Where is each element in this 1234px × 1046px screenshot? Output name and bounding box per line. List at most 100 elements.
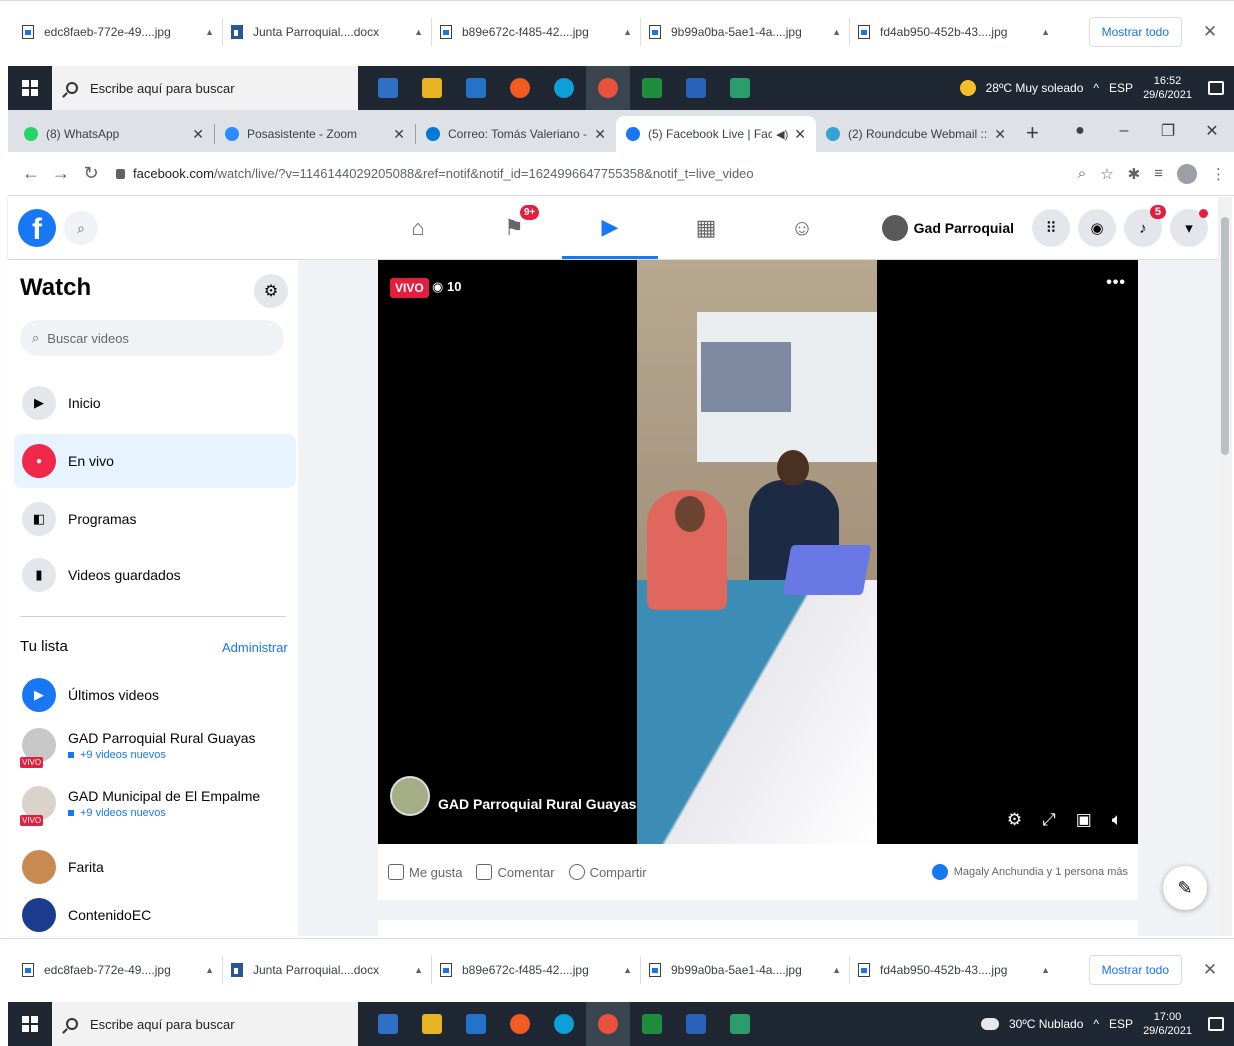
settings-icon[interactable]: ⚙ (1007, 810, 1022, 830)
browser-tab[interactable]: Correo: Tomás Valeriano - O...✕ (416, 116, 616, 152)
browser-tab[interactable]: (5) Facebook Live | Face...◀)✕ (616, 116, 816, 152)
speaker-icon[interactable]: ◀) (776, 128, 788, 141)
fullscreen-icon[interactable]: ⤢ (1042, 810, 1056, 830)
address-bar[interactable]: facebook.com/watch/live/?v=1146144029205… (106, 158, 1068, 190)
video-player[interactable]: VIVO ◉ 10 ••• GAD Parroquial Rural Guaya… (378, 260, 1138, 844)
manage-link[interactable]: Administrar (222, 640, 288, 655)
restore-icon[interactable]: ❐ (1146, 121, 1190, 141)
extensions-icon[interactable]: ✱ (1128, 165, 1141, 183)
notifications-icon[interactable] (1208, 81, 1224, 95)
start-button[interactable] (8, 66, 52, 110)
download-item[interactable]: Junta Parroquial....docx ▲ (223, 950, 431, 990)
download-item[interactable]: fd4ab950-452b-43....jpg ▲ (850, 12, 1058, 52)
clock[interactable]: 17:00 29/6/2021 (1143, 1010, 1192, 1038)
close-tab-icon[interactable]: ✕ (994, 126, 1006, 143)
taskbar-app-icon[interactable] (454, 66, 498, 110)
page-avatar[interactable] (390, 776, 430, 816)
tray-chevron-icon[interactable]: ^ (1093, 1017, 1099, 1031)
close-tab-icon[interactable]: ✕ (594, 126, 606, 143)
taskbar-app-icon[interactable] (498, 66, 542, 110)
taskbar-app-icon[interactable] (630, 1002, 674, 1046)
taskbar-app-icon[interactable] (366, 1002, 410, 1046)
taskbar-app-icon[interactable] (542, 1002, 586, 1046)
download-item[interactable]: edc8faeb-772e-49....jpg ▲ (14, 12, 222, 52)
close-downloads-icon[interactable]: ✕ (1200, 22, 1220, 42)
more-options-icon[interactable]: ••• (1106, 274, 1126, 292)
nav-marketplace-icon[interactable]: ▦ (658, 197, 754, 259)
weather-text[interactable]: 28ºC Muy soleado (986, 81, 1084, 95)
account-dropdown-icon[interactable]: ▾ (1170, 209, 1208, 247)
menu-icon[interactable]: ⋮ (1211, 165, 1226, 183)
sidebar-item-latest[interactable]: ▶ Últimos videos (14, 668, 296, 722)
browser-tab[interactable]: (8) WhatsApp ✕ (14, 116, 214, 152)
page-name-link[interactable]: GAD Parroquial Rural Guayas (438, 796, 636, 812)
list-item[interactable]: VIVO GAD Municipal de El Empalme +9 videos… (14, 774, 296, 832)
weather-text[interactable]: 30ºC Nublado (1009, 1017, 1083, 1031)
back-icon[interactable]: ← (16, 163, 46, 184)
chevron-up-icon[interactable]: ▲ (623, 27, 632, 37)
close-window-icon[interactable]: ✕ (1190, 121, 1234, 141)
sidebar-item-videos-guardados[interactable]: ▮ Videos guardados (14, 548, 296, 602)
download-item[interactable]: edc8faeb-772e-49....jpg ▲ (14, 950, 222, 990)
show-all-downloads-button[interactable]: Mostrar todo (1088, 954, 1182, 985)
list-item[interactable]: VIVO GAD Parroquial Rural Guayas +9 videos… (14, 716, 296, 774)
taskbar-app-icon[interactable] (586, 66, 630, 110)
miniplayer-icon[interactable]: ▣ (1076, 810, 1092, 830)
menu-grid-icon[interactable]: ⠿ (1032, 209, 1070, 247)
forward-icon[interactable]: → (46, 163, 76, 184)
clock[interactable]: 16:52 29/6/2021 (1143, 74, 1192, 102)
taskbar-app-icon[interactable] (410, 1002, 454, 1046)
profile-link[interactable]: Gad Parroquial (881, 215, 1014, 241)
sidebar-item-programas[interactable]: ◧ Programas (14, 492, 296, 546)
chevron-up-icon[interactable]: ▲ (832, 27, 841, 37)
nav-watch-icon[interactable]: ▶ (562, 197, 658, 259)
comment-button[interactable]: Comentar (476, 864, 555, 880)
show-all-downloads-button[interactable]: Mostrar todo (1088, 16, 1182, 47)
facebook-logo-icon[interactable]: f (18, 209, 56, 247)
taskbar-app-icon[interactable] (498, 1002, 542, 1046)
nav-pages-icon[interactable]: ⚑ 9+ (466, 197, 562, 259)
close-tab-icon[interactable]: ✕ (192, 126, 204, 143)
taskbar-app-icon[interactable] (674, 1002, 718, 1046)
zoom-icon[interactable]: ⌕ (1078, 165, 1086, 182)
avatar[interactable] (1177, 163, 1197, 184)
notifications-bell-icon[interactable]: ♪ 5 (1124, 205, 1166, 247)
reload-icon[interactable]: ↻ (76, 163, 106, 184)
page-scrollbar[interactable] (1218, 197, 1232, 936)
sidebar-item-inicio[interactable]: ▶ Inicio (14, 376, 296, 430)
profile-circle-icon[interactable]: ● (1058, 122, 1102, 140)
like-button[interactable]: Me gusta (388, 864, 462, 880)
taskbar-app-icon[interactable] (630, 66, 674, 110)
browser-tab[interactable]: (2) Roundcube Webmail :: En...✕ (816, 116, 1016, 152)
download-item[interactable]: b89e672c-f485-42....jpg ▲ (432, 12, 640, 52)
new-tab-button[interactable]: + (1026, 120, 1039, 146)
chevron-up-icon[interactable]: ▲ (1041, 965, 1050, 975)
notifications-icon[interactable] (1208, 1017, 1224, 1031)
chevron-up-icon[interactable]: ▲ (205, 965, 214, 975)
chevron-up-icon[interactable]: ▲ (623, 965, 632, 975)
sidebar-item-en-vivo[interactable]: ● En vivo (14, 434, 296, 488)
list-item[interactable]: ContenidoEC (14, 886, 296, 936)
taskbar-app-icon[interactable] (542, 66, 586, 110)
reading-list-icon[interactable]: ≡ (1154, 165, 1163, 182)
nav-groups-icon[interactable]: ☺ (754, 197, 850, 259)
reactions-summary[interactable]: Magaly Anchundia y 1 persona más (931, 864, 1128, 880)
lang-indicator[interactable]: ESP (1109, 1017, 1133, 1031)
close-tab-icon[interactable]: ✕ (393, 126, 405, 143)
search-icon[interactable]: ⌕ (64, 211, 98, 245)
close-tab-icon[interactable]: ✕ (794, 126, 806, 143)
new-message-button[interactable]: ✎ (1163, 866, 1207, 910)
chevron-up-icon[interactable]: ▲ (414, 27, 423, 37)
chevron-up-icon[interactable]: ▲ (1041, 27, 1050, 37)
chevron-up-icon[interactable]: ▲ (414, 965, 423, 975)
volume-icon[interactable]: 🔈︎ (1112, 810, 1122, 830)
taskbar-app-icon[interactable] (718, 1002, 762, 1046)
taskbar-search[interactable]: Escribe aquí para buscar (52, 66, 358, 110)
share-button[interactable]: Compartir (568, 864, 647, 880)
minimize-icon[interactable]: – (1102, 122, 1146, 140)
gear-icon[interactable]: ⚙ (254, 274, 288, 308)
star-icon[interactable]: ☆ (1100, 165, 1113, 183)
taskbar-app-icon[interactable] (718, 66, 762, 110)
taskbar-search[interactable]: Escribe aquí para buscar (52, 1002, 358, 1046)
download-item[interactable]: 9b99a0ba-5ae1-4a....jpg ▲ (641, 950, 849, 990)
